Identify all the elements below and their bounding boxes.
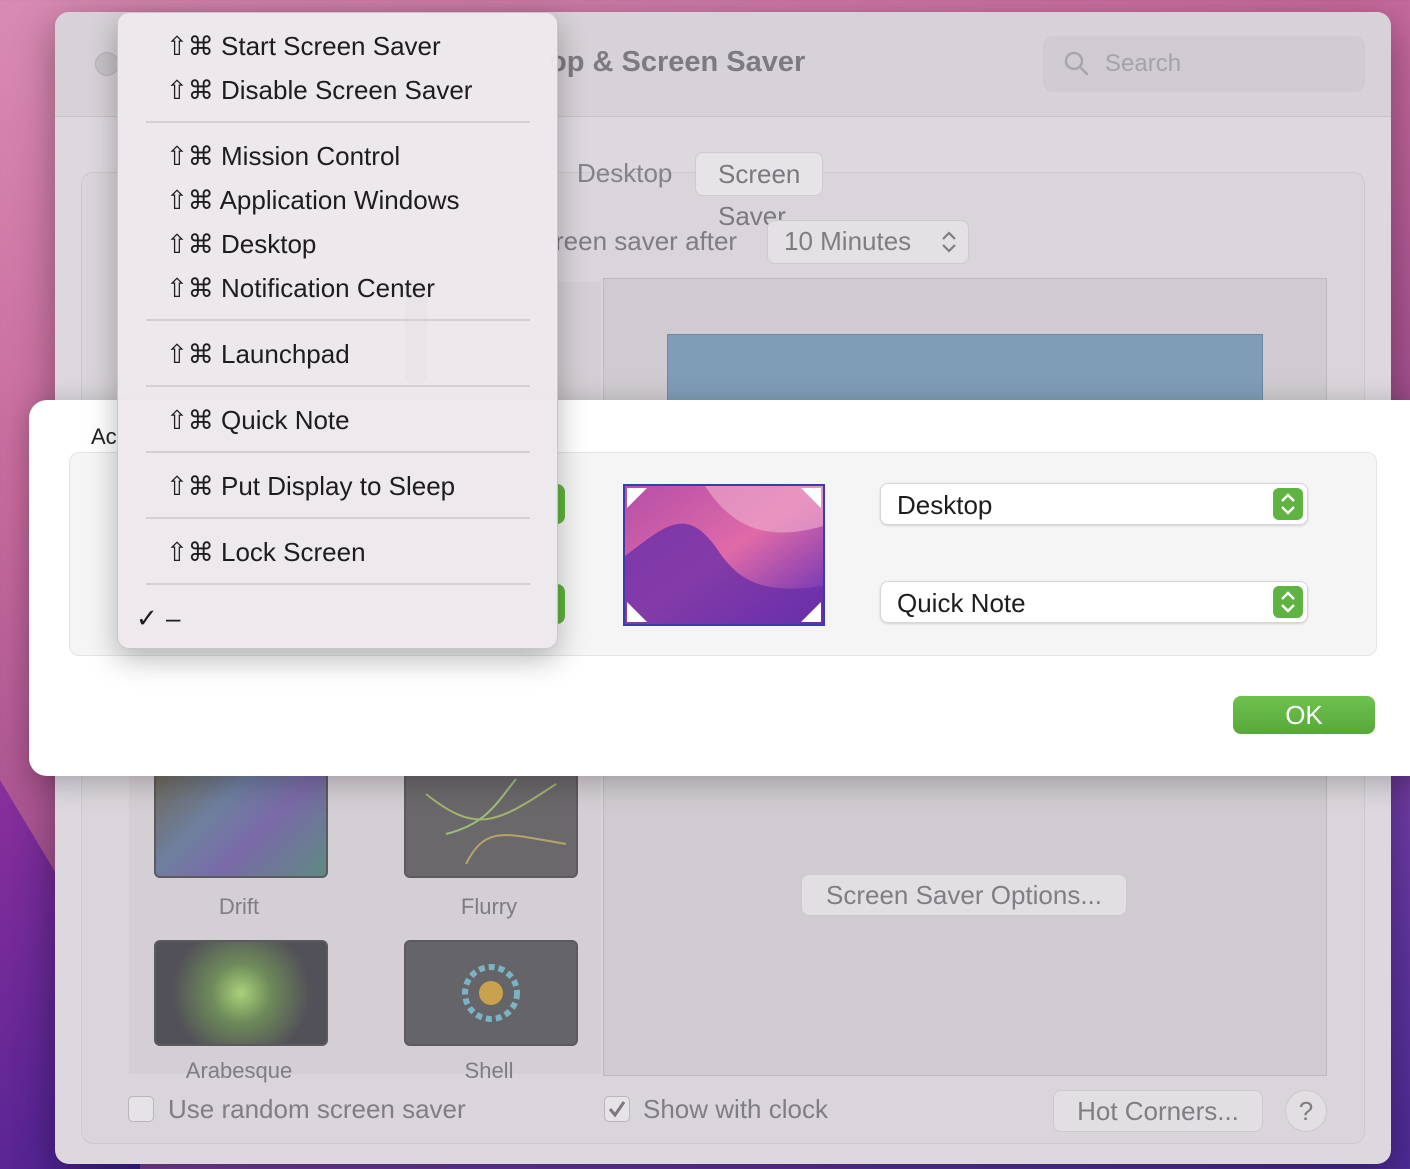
menu-item-disable-screen-saver[interactable]: ⇧⌘ Disable Screen Saver [166, 75, 472, 106]
start-after-select[interactable]: 10 Minutes [767, 220, 969, 264]
menu-separator [146, 385, 530, 387]
hot-corners-button[interactable]: Hot Corners... [1053, 1090, 1263, 1132]
search-placeholder: Search [1105, 50, 1182, 77]
show-clock-label: Show with clock [643, 1094, 828, 1124]
saver-thumb-shell[interactable] [404, 940, 578, 1046]
saver-preview-image [667, 334, 1263, 402]
saver-label-arabesque: Arabesque [185, 1058, 293, 1083]
menu-item-start-screen-saver[interactable]: ⇧⌘ Start Screen Saver [166, 31, 441, 62]
menu-separator [146, 121, 530, 123]
menu-item-notification-center[interactable]: ⇧⌘ Notification Center [166, 273, 435, 304]
shell-image [462, 964, 520, 1022]
ok-button[interactable]: OK [1233, 696, 1375, 734]
updown-stepper-icon [1273, 586, 1303, 618]
saver-thumb-arabesque[interactable] [154, 940, 328, 1046]
menu-item-launchpad[interactable]: ⇧⌘ Launchpad [166, 339, 350, 370]
saver-thumb-drift[interactable] [154, 772, 328, 878]
menu-separator [146, 583, 530, 585]
flurry-image [425, 778, 567, 865]
menu-separator [146, 517, 530, 519]
menu-separator [146, 451, 530, 453]
show-clock-checkbox[interactable] [604, 1096, 630, 1122]
bottom-right-corner-select[interactable]: Quick Note [880, 581, 1308, 623]
checkmark-icon [608, 1101, 626, 1118]
menu-item-application-windows[interactable]: ⇧⌘ Application Windows [166, 185, 459, 216]
saver-label-drift: Drift [218, 894, 260, 919]
menu-item-desktop[interactable]: ⇧⌘ Desktop [166, 229, 316, 260]
menu-item-quick-note[interactable]: ⇧⌘ Quick Note [166, 405, 350, 436]
search-icon [1064, 51, 1089, 76]
close-window-button[interactable] [95, 52, 119, 76]
saver-label-shell: Shell [464, 1058, 514, 1083]
updown-chevron-icon [942, 231, 956, 253]
window-title: op & Screen Saver [549, 46, 806, 78]
tab-desktop[interactable]: Desktop [555, 152, 694, 194]
random-saver-label: Use random screen saver [168, 1094, 466, 1124]
tab-screen-saver[interactable]: Screen Saver [695, 152, 824, 231]
start-after-label: reen saver after [555, 226, 738, 256]
menu-item-mission-control[interactable]: ⇧⌘ Mission Control [166, 141, 400, 172]
checkmark-icon: ✓ [136, 603, 158, 633]
screen-saver-options-button[interactable]: Screen Saver Options... [801, 874, 1127, 916]
menu-item-lock-screen[interactable]: ⇧⌘ Lock Screen [166, 537, 366, 568]
top-right-corner-value: Desktop [897, 490, 993, 520]
wallpaper-thumbnail [625, 486, 823, 624]
menu-separator [146, 319, 530, 321]
hot-corners-button-label: Hot Corners... [1077, 1096, 1239, 1126]
screen-corners-preview [623, 484, 825, 626]
options-button-label: Screen Saver Options... [825, 880, 1103, 910]
sheet-heading: Ac [91, 424, 117, 449]
start-after-value: 10 Minutes [784, 226, 912, 256]
updown-stepper-icon [1273, 488, 1303, 520]
menu-item-put-display-to-sleep[interactable]: ⇧⌘ Put Display to Sleep [166, 471, 455, 502]
help-button[interactable]: ? [1285, 1090, 1327, 1132]
saver-label-flurry: Flurry [460, 894, 518, 919]
hot-corner-action-menu: ⇧⌘ Start Screen Saver ⇧⌘ Disable Screen … [117, 12, 558, 649]
saver-thumb-flurry[interactable] [404, 772, 578, 878]
menu-item-none[interactable]: – [166, 603, 180, 634]
random-saver-checkbox[interactable] [128, 1096, 154, 1122]
bottom-right-corner-value: Quick Note [897, 588, 1026, 618]
search-field[interactable]: Search [1043, 36, 1365, 92]
top-right-corner-select[interactable]: Desktop [880, 483, 1308, 525]
